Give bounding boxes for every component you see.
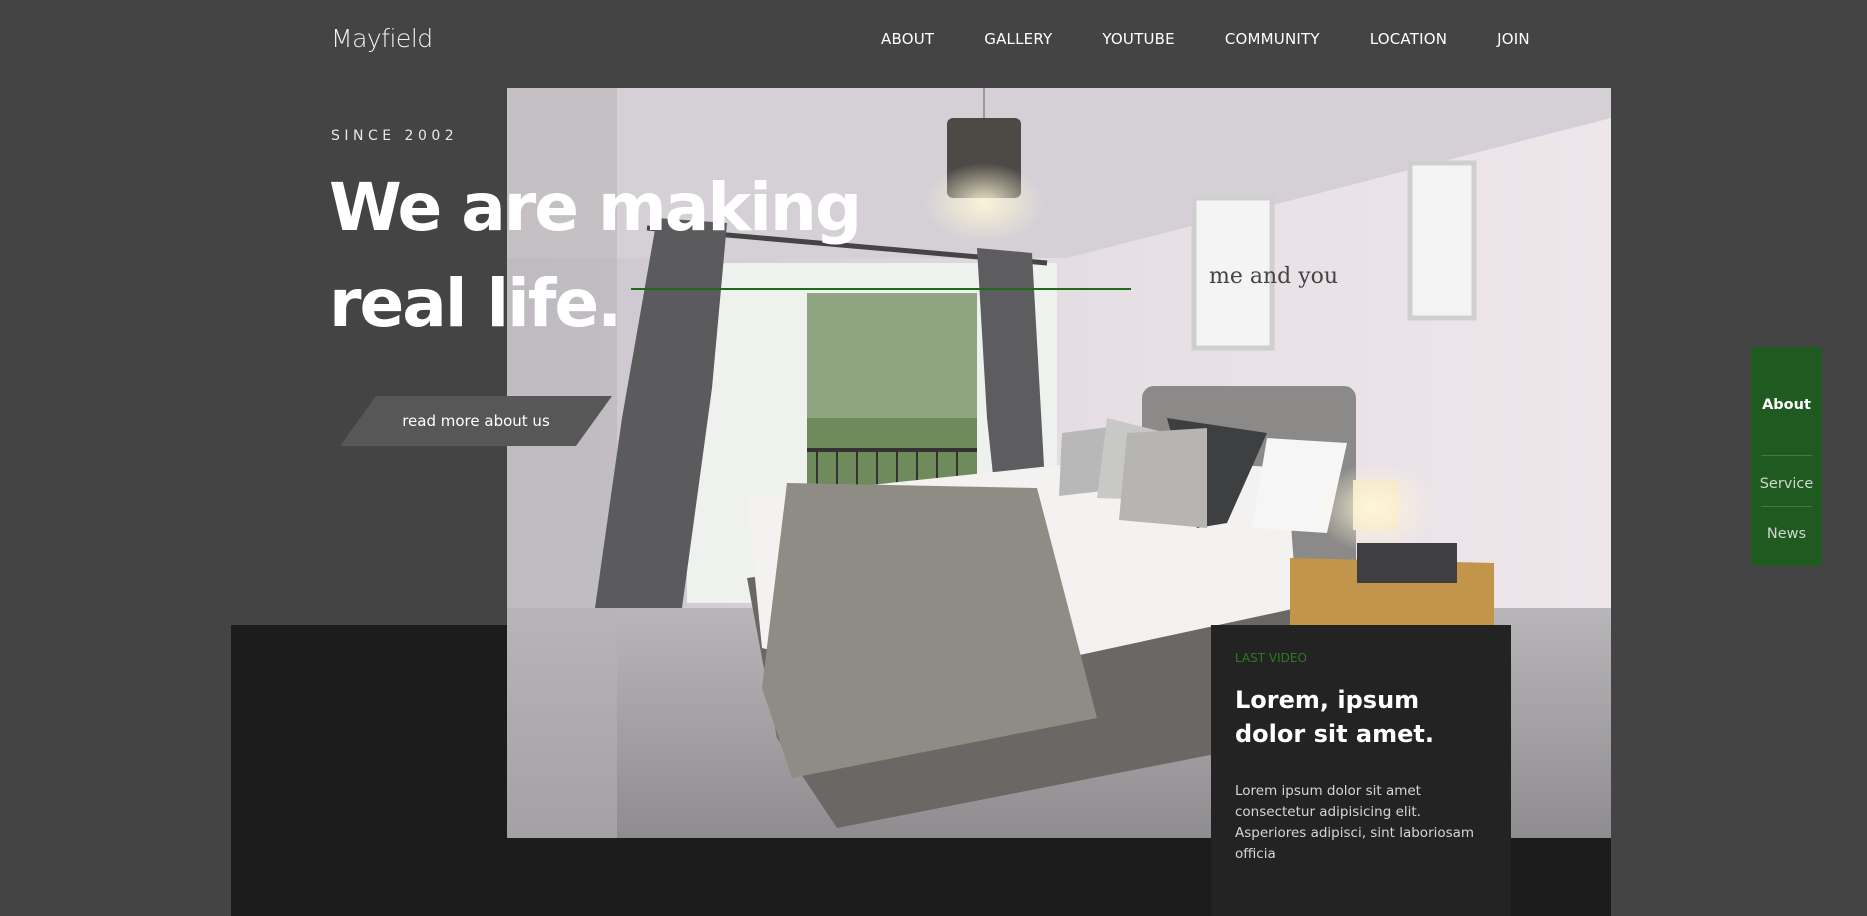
hero-headline-line1: We are making [329,169,862,246]
side-menu-item-service[interactable]: Service [1751,476,1822,492]
read-more-button[interactable]: read more about us [340,396,612,446]
video-card-kicker: LAST VIDEO [1235,651,1307,665]
last-video-card[interactable]: LAST VIDEO Lorem, ipsum dolor sit amet. … [1211,625,1511,916]
side-menu-item-news[interactable]: News [1751,526,1822,542]
nav-link-community[interactable]: COMMUNITY [1225,30,1320,48]
side-menu-item-about[interactable]: About [1751,397,1822,413]
since-kicker: SINCE 2002 [331,128,459,144]
side-menu: About Service News [1751,347,1822,566]
hero-headline-line2: real life. [329,265,622,342]
svg-text:me and you: me and you [1209,264,1338,289]
video-card-title[interactable]: Lorem, ipsum dolor sit amet. [1235,683,1487,751]
nav-link-about[interactable]: ABOUT [881,30,934,48]
nav-link-gallery[interactable]: GALLERY [984,30,1052,48]
headline-accent-rule [631,288,1131,290]
site-logo[interactable]: Mayfield [331,24,433,53]
side-menu-divider [1761,455,1812,456]
nav-link-join[interactable]: JOIN [1497,30,1530,48]
nav-link-location[interactable]: LOCATION [1370,30,1447,48]
hero-headline: We are making real life. [329,160,889,352]
side-menu-divider [1761,506,1812,507]
nav-link-youtube[interactable]: YOUTUBE [1102,30,1174,48]
main-nav: ABOUT GALLERY YOUTUBE COMMUNITY LOCATION… [881,30,1530,48]
video-card-body: Lorem ipsum dolor sit amet consectetur a… [1235,783,1475,862]
